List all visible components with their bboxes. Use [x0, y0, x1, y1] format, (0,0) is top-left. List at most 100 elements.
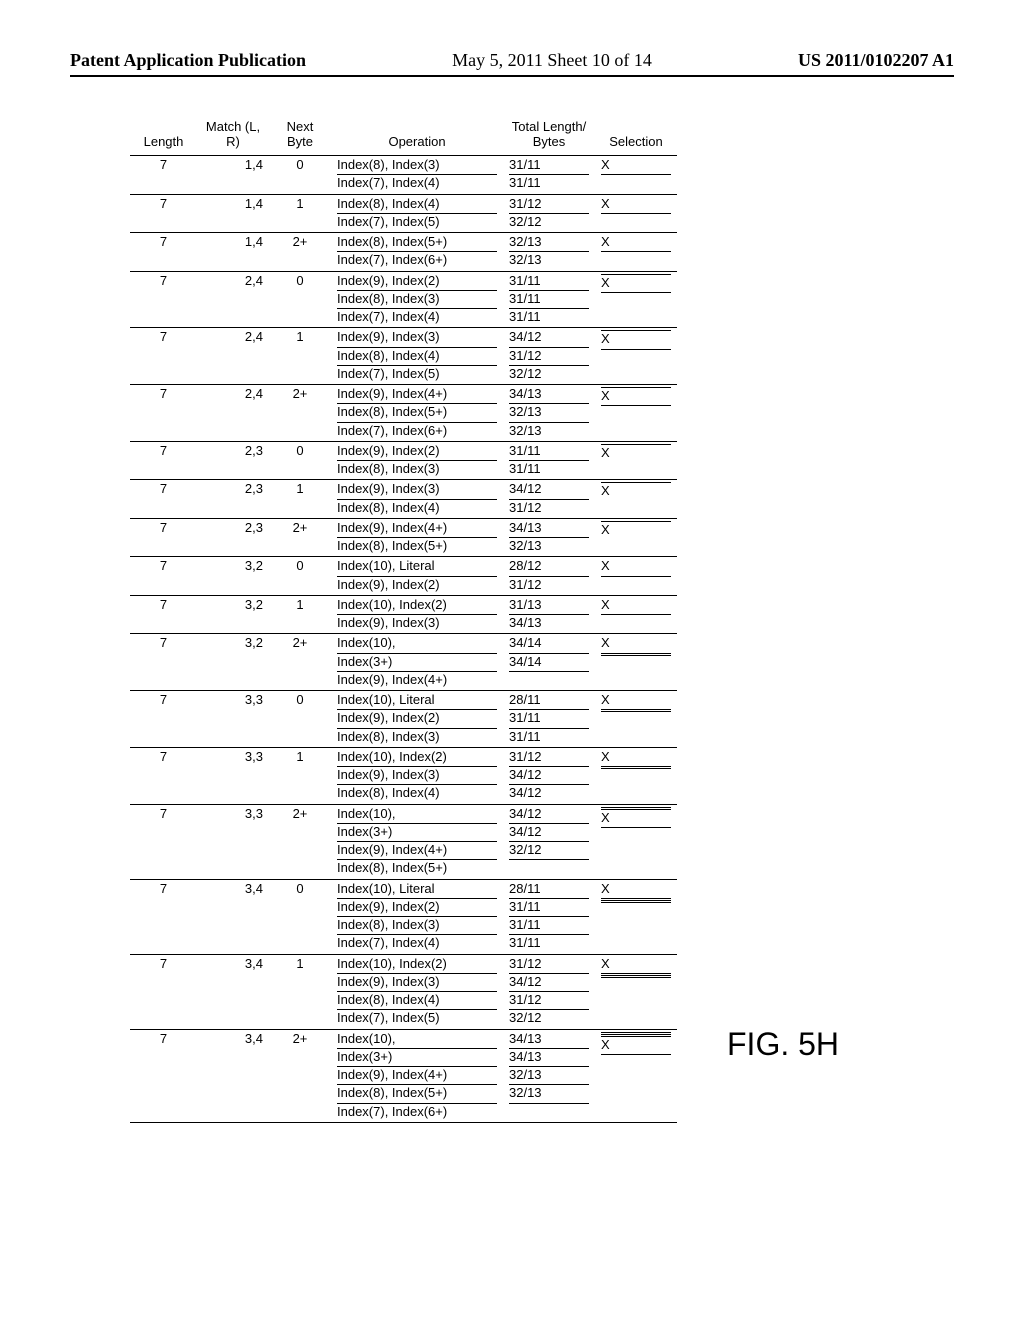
cell-line: 32/13 — [509, 423, 589, 440]
cell-line: Index(7), Index(6+) — [337, 423, 497, 440]
cell: Index(10), Index(2)Index(9), Index(3)Ind… — [331, 747, 503, 804]
cell-line: Index(9), Index(2) — [337, 577, 497, 594]
cell-line: Index(8), Index(3) — [337, 917, 497, 935]
table-row: 71,41Index(8), Index(4)Index(7), Index(5… — [130, 194, 677, 233]
cell: Index(10),Index(3+)Index(9), Index(4+)In… — [331, 1029, 503, 1122]
cell: 7 — [130, 518, 197, 557]
header-row: Length Match (L, R) Next Byte Operation … — [130, 117, 677, 156]
table-row: 72,32+Index(9), Index(4+)Index(8), Index… — [130, 518, 677, 557]
col-header-total: Total Length/ Bytes — [503, 117, 595, 156]
cell: 0 — [269, 441, 331, 480]
cell-line: Index(10), Literal — [337, 881, 497, 899]
cell: 1,4 — [197, 194, 269, 233]
cell: 31/1131/1131/11 — [503, 271, 595, 328]
cell: 31/1131/11 — [503, 441, 595, 480]
cell: Index(10), LiteralIndex(9), Index(2)Inde… — [331, 691, 503, 748]
cell: 3,2 — [197, 557, 269, 596]
cell: X — [595, 441, 677, 480]
cell: 3,3 — [197, 747, 269, 804]
page-header: Patent Application Publication May 5, 20… — [70, 50, 954, 71]
cell: X — [595, 328, 677, 385]
cell-line: 32/13 — [509, 404, 589, 422]
cell-line — [509, 1104, 589, 1105]
cell-line: Index(8), Index(4) — [337, 992, 497, 1010]
cell-line: 31/11 — [509, 175, 589, 192]
cell-line: Index(9), Index(3) — [337, 615, 497, 632]
cell: X — [595, 480, 677, 519]
cell: X — [595, 879, 677, 954]
cell-line: X — [601, 635, 671, 653]
cell: 0 — [269, 691, 331, 748]
figure-label: FIG. 5H — [727, 1026, 839, 1063]
cell: 2,3 — [197, 441, 269, 480]
cell-line: Index(7), Index(4) — [337, 309, 497, 326]
cell: Index(9), Index(3)Index(8), Index(4)Inde… — [331, 328, 503, 385]
cell-line: 28/11 — [509, 881, 589, 899]
table-row: 73,40Index(10), LiteralIndex(9), Index(2… — [130, 879, 677, 954]
table-row: 71,42+Index(8), Index(5+)Index(7), Index… — [130, 233, 677, 272]
cell-line: 32/13 — [509, 252, 589, 269]
cell: X — [595, 156, 677, 195]
cell-line: Index(10), — [337, 806, 497, 824]
cell-line: 34/12 — [509, 824, 589, 842]
cell-line: Index(7), Index(5) — [337, 1010, 497, 1027]
cell-line: Index(8), Index(5+) — [337, 1085, 497, 1103]
cell-line: 32/12 — [509, 1010, 589, 1027]
content-area: Length Match (L, R) Next Byte Operation … — [130, 117, 954, 1123]
header-left: Patent Application Publication — [70, 50, 306, 71]
cell: 7 — [130, 557, 197, 596]
cell: 3,2 — [197, 634, 269, 691]
cell: Index(8), Index(3)Index(7), Index(4) — [331, 156, 503, 195]
cell: 1,4 — [197, 233, 269, 272]
cell: 1 — [269, 747, 331, 804]
cell: 2+ — [269, 518, 331, 557]
cell: X — [595, 271, 677, 328]
cell-line — [601, 828, 671, 829]
cell-line — [601, 712, 671, 713]
cell-line: X — [601, 810, 671, 828]
cell-line: 31/12 — [509, 348, 589, 366]
cell: 0 — [269, 271, 331, 328]
table-row: 72,40Index(9), Index(2)Index(8), Index(3… — [130, 271, 677, 328]
cell: 31/1232/12 — [503, 194, 595, 233]
cell: 7 — [130, 233, 197, 272]
data-table: Length Match (L, R) Next Byte Operation … — [130, 117, 677, 1123]
cell-line — [509, 672, 589, 673]
cell-line: 34/12 — [509, 767, 589, 785]
cell: Index(9), Index(2)Index(8), Index(3) — [331, 441, 503, 480]
header-right: US 2011/0102207 A1 — [798, 50, 954, 71]
cell-line: X — [601, 597, 671, 615]
cell-line — [601, 214, 671, 215]
cell-line: Index(8), Index(3) — [337, 291, 497, 309]
cell-line: X — [601, 692, 671, 710]
cell-line: Index(10), Index(2) — [337, 597, 497, 615]
cell-line: Index(9), Index(2) — [337, 443, 497, 461]
cell-line: Index(7), Index(4) — [337, 175, 497, 192]
cell-line: 31/11 — [509, 917, 589, 935]
cell-line: Index(8), Index(3) — [337, 461, 497, 478]
cell-line: Index(10), Literal — [337, 558, 497, 576]
cell: Index(8), Index(4)Index(7), Index(5) — [331, 194, 503, 233]
cell-line: 31/12 — [509, 577, 589, 594]
cell-line: Index(9), Index(4+) — [337, 520, 497, 538]
cell: 2+ — [269, 1029, 331, 1122]
table-row: 73,31Index(10), Index(2)Index(9), Index(… — [130, 747, 677, 804]
cell: 7 — [130, 328, 197, 385]
cell-line — [601, 293, 671, 294]
col-header-operation: Operation — [331, 117, 503, 156]
cell-line: 31/11 — [509, 899, 589, 917]
cell: 3,3 — [197, 804, 269, 879]
table-row: 73,41Index(10), Index(2)Index(9), Index(… — [130, 954, 677, 1029]
cell-line: Index(9), Index(4+) — [337, 1067, 497, 1085]
cell-line: Index(9), Index(3) — [337, 767, 497, 785]
cell: X — [595, 385, 677, 442]
table-row: 73,42+Index(10),Index(3+)Index(9), Index… — [130, 1029, 677, 1122]
cell: 0 — [269, 879, 331, 954]
cell-line: 31/12 — [509, 196, 589, 214]
cell: Index(9), Index(4+)Index(8), Index(5+) — [331, 518, 503, 557]
cell: Index(10), LiteralIndex(9), Index(2) — [331, 557, 503, 596]
cell: X — [595, 1029, 677, 1122]
cell: 3,4 — [197, 879, 269, 954]
cell-line: X — [601, 522, 671, 539]
cell-line: 34/14 — [509, 635, 589, 653]
